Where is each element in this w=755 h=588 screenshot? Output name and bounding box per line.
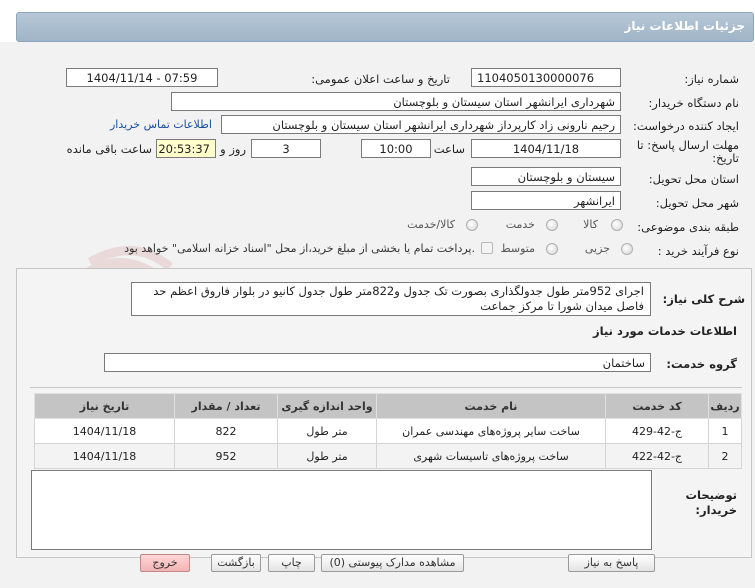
buyer-contact-link[interactable]: اطلاعات تماس خریدار <box>110 118 212 131</box>
category-radio-service[interactable] <box>546 219 558 231</box>
section-divider <box>30 387 742 388</box>
buyer-org-field[interactable]: شهرداری ایرانشهر استان سیستان و بلوچستان <box>171 92 621 111</box>
buyer-notes-label-2: خریدار: <box>695 503 737 517</box>
province-field[interactable]: سیستان و بلوچستان <box>471 167 621 186</box>
buyer-notes-textarea[interactable] <box>31 470 652 550</box>
col-header-need-date: تاریخ نیاز <box>34 393 175 419</box>
deadline-time-field[interactable]: 10:00 <box>361 139 431 158</box>
col-header-quantity: تعداد / مقدار <box>174 393 278 419</box>
table-row[interactable]: 1 ج-42-429 ساخت سایر پروژه‌های مهندسی عم… <box>34 418 742 444</box>
reply-button[interactable]: پاسخ به نیاز <box>568 554 655 572</box>
need-number-label: شماره نیاز: <box>684 72 739 86</box>
cell-quantity: 822 <box>174 418 278 444</box>
service-group-field[interactable]: ساختمان <box>104 353 651 372</box>
view-attachments-button[interactable]: مشاهده مدارک پیوستی (0) <box>321 554 464 572</box>
services-table: ردیف کد خدمت نام خدمت واحد اندازه گیری ت… <box>34 393 742 469</box>
table-row[interactable]: 2 ج-42-422 ساخت پروژه‌های تاسیسات شهری م… <box>34 443 742 469</box>
process-option-minor: جزیی <box>584 242 610 255</box>
cell-row-number: 1 <box>708 418 742 444</box>
creator-field[interactable]: رحیم نارونی زاد کارپرداز شهرداری ایرانشه… <box>221 115 621 134</box>
col-header-service-name: نام خدمت <box>376 393 606 419</box>
treasury-payment-note: پرداخت تمام یا بخشی از مبلغ خرید،از محل … <box>124 242 475 255</box>
process-label: نوع فرآیند خرید : <box>657 244 739 258</box>
page-title: جزئیات اطلاعات نیاز <box>624 19 745 33</box>
back-button[interactable]: بازگشت <box>211 554 261 572</box>
announce-datetime-field[interactable]: 1404/11/14 - 07:59 <box>66 68 218 87</box>
remaining-time-field: 20:53:37 <box>156 139 216 158</box>
process-radio-minor[interactable] <box>621 243 633 255</box>
buyer-org-label: نام دستگاه خریدار: <box>648 96 739 110</box>
days-label: روز و <box>220 142 246 156</box>
city-field[interactable]: ایرانشهر <box>471 191 621 210</box>
print-button[interactable]: چاپ <box>268 554 315 572</box>
process-radio-medium[interactable] <box>546 243 558 255</box>
deadline-date-label: تاریخ: <box>712 151 739 165</box>
cell-service-name: ساخت سایر پروژه‌های مهندسی عمران <box>376 418 606 444</box>
buyer-notes-label: توضیحات <box>685 488 738 502</box>
cell-need-date: 1404/11/18 <box>34 418 175 444</box>
need-number-field[interactable]: 1104050130000076 <box>471 68 621 87</box>
service-group-label: گروه خدمت: <box>666 357 737 371</box>
cell-unit: متر طول <box>277 443 377 469</box>
services-section-title: اطلاعات خدمات مورد نیاز <box>593 324 737 338</box>
col-header-unit: واحد اندازه گیری <box>277 393 377 419</box>
summary-textarea[interactable]: اجرای 952متر طول جدولگذاری بصورت تک جدول… <box>131 282 651 316</box>
cell-service-code: ج-42-422 <box>605 443 709 469</box>
exit-button[interactable]: خروج <box>140 554 190 572</box>
cell-need-date: 1404/11/18 <box>34 443 175 469</box>
deadline-date-field[interactable]: 1404/11/18 <box>471 139 621 158</box>
province-label: استان محل تحویل: <box>648 172 739 186</box>
days-remaining-field[interactable]: 3 <box>251 139 321 158</box>
cell-row-number: 2 <box>708 443 742 469</box>
page-header: جزئیات اطلاعات نیاز <box>16 12 754 42</box>
col-header-service-code: کد خدمت <box>605 393 709 419</box>
treasury-payment-checkbox[interactable] <box>481 242 493 254</box>
cell-service-code: ج-42-429 <box>605 418 709 444</box>
creator-label: ایجاد کننده درخواست: <box>633 119 739 133</box>
cell-unit: متر طول <box>277 418 377 444</box>
category-radio-goods-service[interactable] <box>466 219 478 231</box>
category-option-service: خدمت <box>505 218 535 231</box>
category-label: طبقه بندی موضوعی: <box>637 220 739 234</box>
cell-quantity: 952 <box>174 443 278 469</box>
col-header-row-number: ردیف <box>708 393 742 419</box>
summary-label: شرح کلی نیاز: <box>662 292 745 306</box>
category-option-goods: کالا <box>583 218 598 231</box>
deadline-label: مهلت ارسال پاسخ: تا <box>636 138 739 152</box>
table-header-row: ردیف کد خدمت نام خدمت واحد اندازه گیری ت… <box>34 393 742 419</box>
category-option-goods-service: کالا/خدمت <box>407 218 455 231</box>
deadline-time-label: ساعت <box>433 142 465 156</box>
city-label: شهر محل تحویل: <box>655 196 739 210</box>
announce-label: تاریخ و ساعت اعلان عمومی: <box>311 72 450 86</box>
cell-service-name: ساخت پروژه‌های تاسیسات شهری <box>376 443 606 469</box>
remaining-time-label: ساعت باقی مانده <box>66 142 152 156</box>
category-radio-goods[interactable] <box>611 219 623 231</box>
process-option-medium: متوسط <box>500 242 535 255</box>
